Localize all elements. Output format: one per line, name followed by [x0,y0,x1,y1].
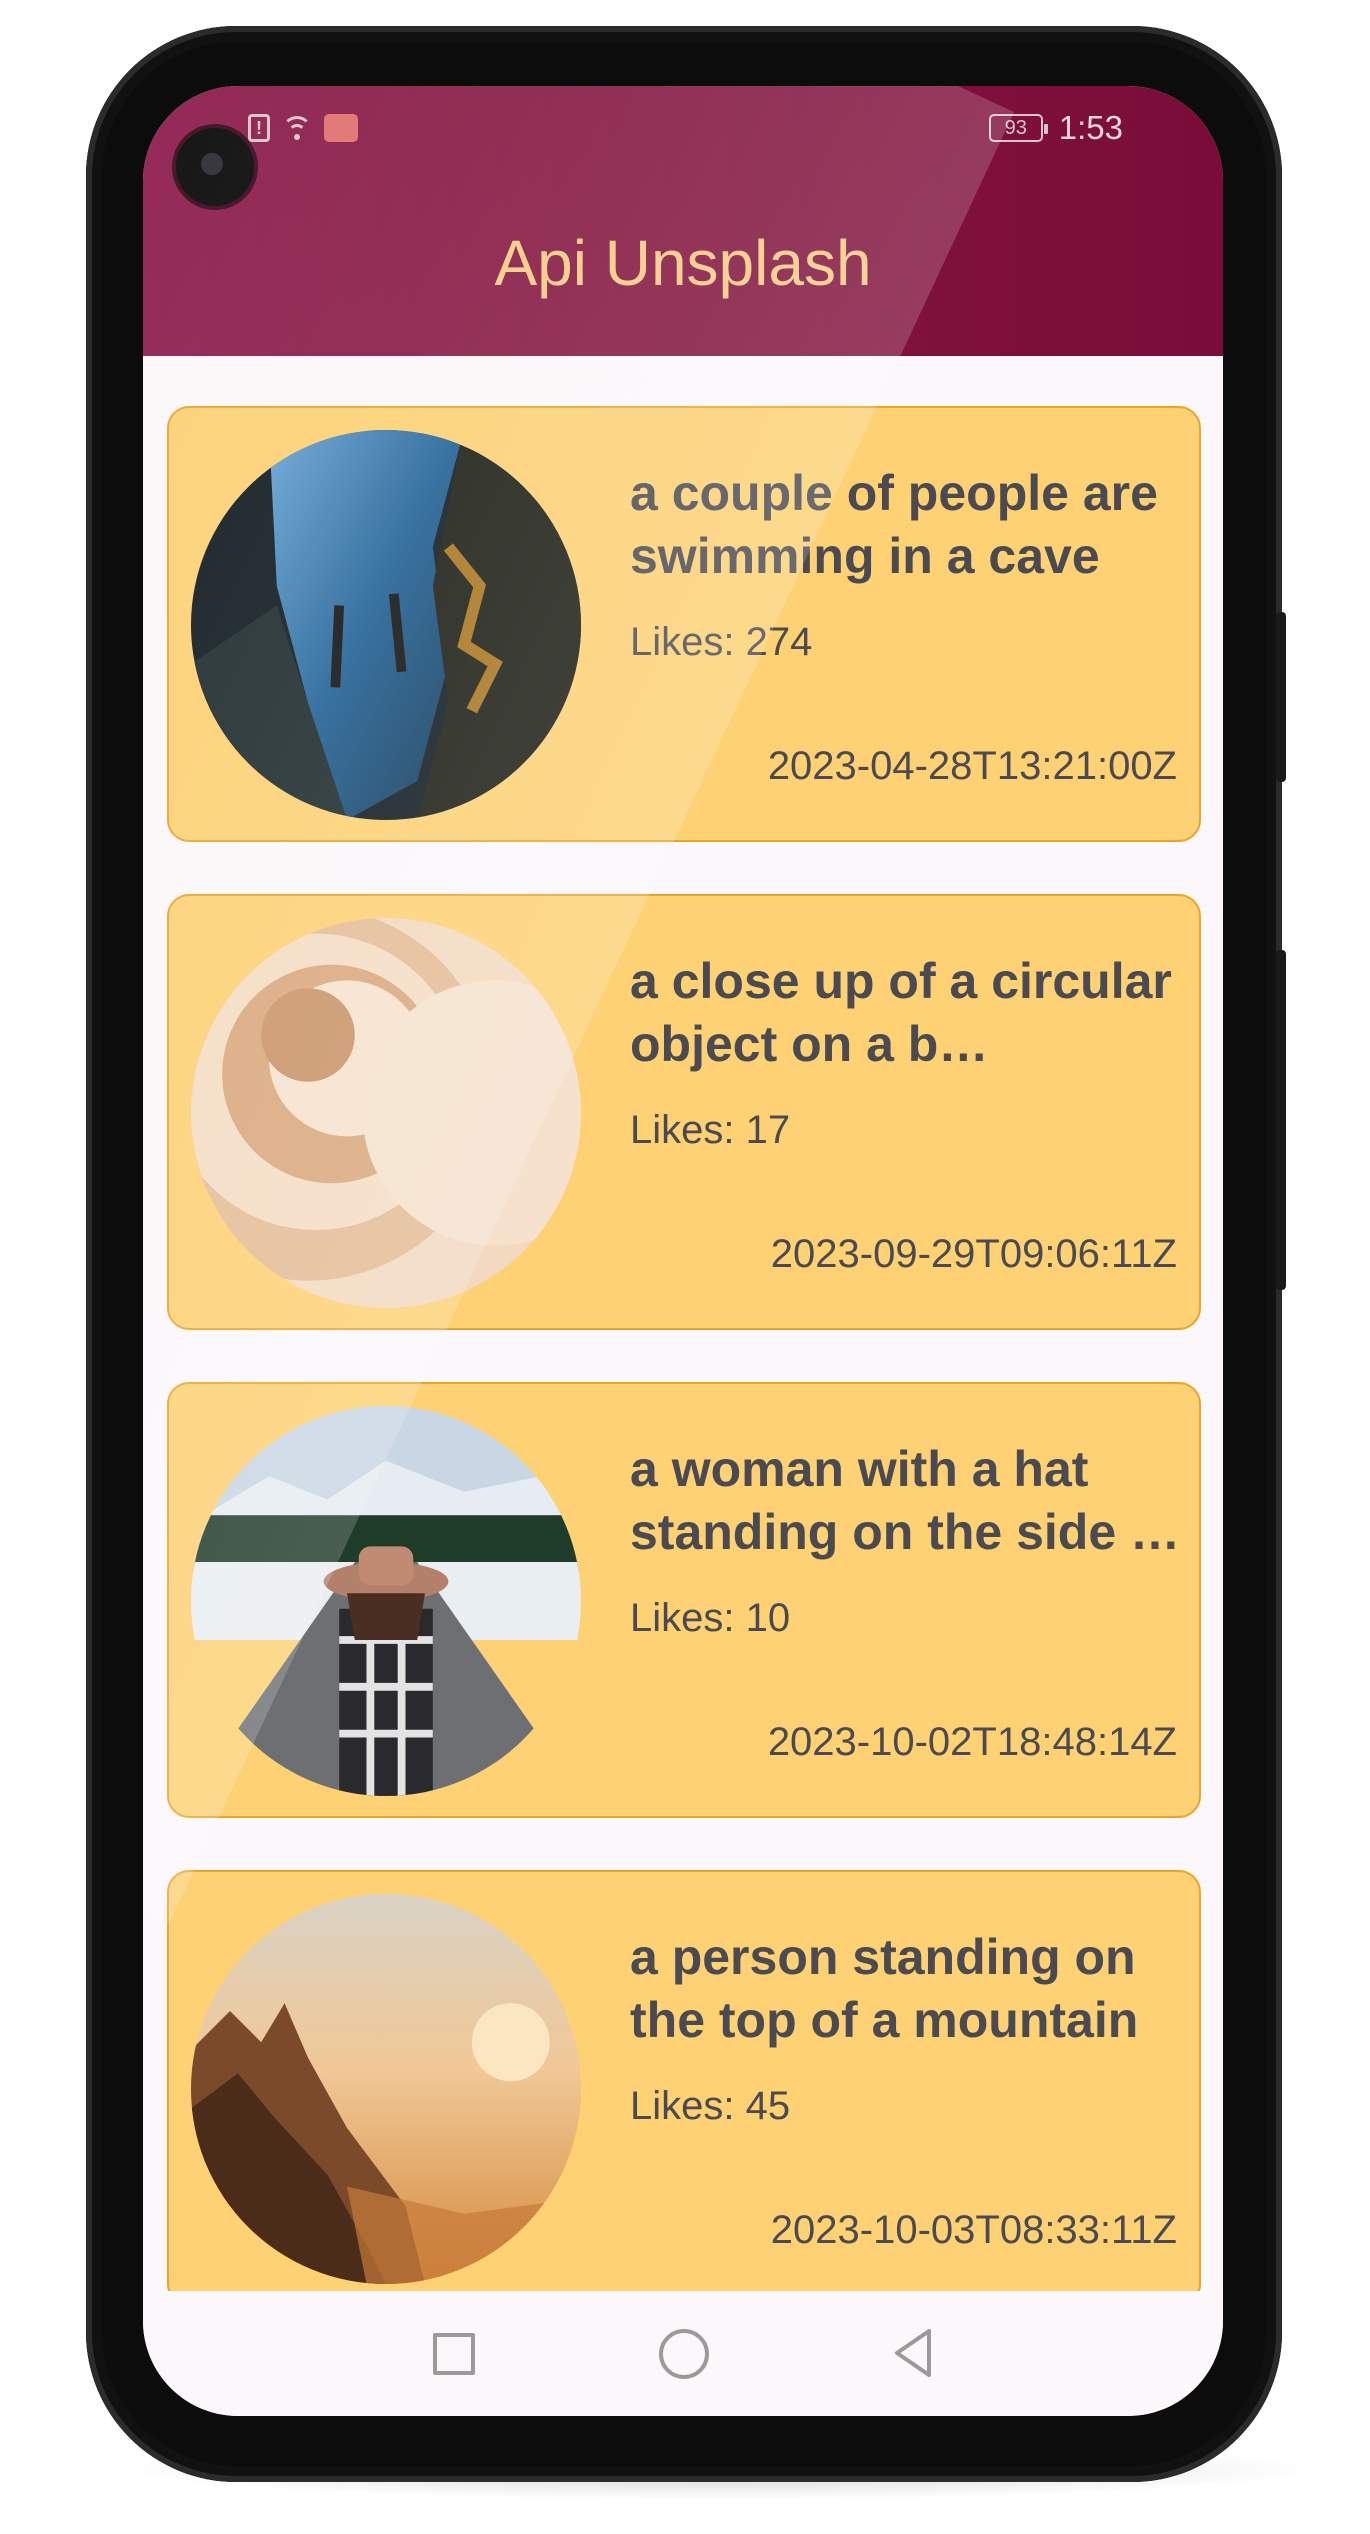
card-likes: Likes: 10 [630,1596,791,1640]
photo-card[interactable]: a person standing on the top of a mounta… [167,1870,1201,2291]
woman-on-road-photo [191,1406,581,1796]
card-likes: Likes: 17 [630,1108,791,1152]
status-icons-right: 93 1:53 [988,108,1123,148]
system-nav-bar [143,2291,1223,2416]
nfc-icon [324,114,358,142]
recents-square-icon[interactable] [423,2323,483,2383]
card-title: a woman with a hat standing on the side … [630,1441,1181,1560]
card-title: a couple of people are swimming in a cav… [630,465,1158,584]
battery-icon: 93 [988,114,1048,142]
status-icons-left: ! [248,108,358,148]
home-circle-icon[interactable] [653,2323,713,2383]
app-bar: ! 93 1:53 Api Unsplash [143,86,1223,356]
device-mockup: ! 93 1:53 Api Unsplash a couple of peopl… [0,0,1370,2534]
photo-card[interactable]: a woman with a hat standing on the side … [167,1382,1201,1818]
photo-card[interactable]: a close up of a circular object on a b… … [167,894,1201,1330]
status-time: 1:53 [1058,109,1123,146]
card-title: a person standing on the top of a mounta… [630,1929,1139,2048]
card-title: a close up of a circular object on a b… [630,953,1172,1072]
wifi-icon [280,114,314,142]
front-camera [176,128,254,206]
abstract-circles-photo [191,918,581,1308]
card-date: 2023-09-29T09:06:11Z [770,1232,1177,1276]
card-date: 2023-04-28T13:21:00Z [767,744,1177,788]
card-date: 2023-10-02T18:48:14Z [767,1720,1177,1764]
photo-card[interactable]: a couple of people are swimming in a cav… [167,406,1201,842]
mountain-sunset-photo [191,1894,581,2284]
back-triangle-icon[interactable] [883,2323,943,2383]
photo-list[interactable]: a couple of people are swimming in a cav… [143,356,1223,2291]
phone-screen: ! 93 1:53 Api Unsplash a couple of peopl… [143,86,1223,2416]
power-button [1276,950,1286,1290]
card-likes: Likes: 274 [630,620,813,664]
volume-button [1276,612,1286,782]
card-date: 2023-10-03T08:33:11Z [770,2208,1177,2252]
card-likes: Likes: 45 [630,2084,791,2128]
cave-divers-photo [191,430,581,820]
alert-icon: ! [248,114,270,142]
page-title: Api Unsplash [494,227,872,299]
